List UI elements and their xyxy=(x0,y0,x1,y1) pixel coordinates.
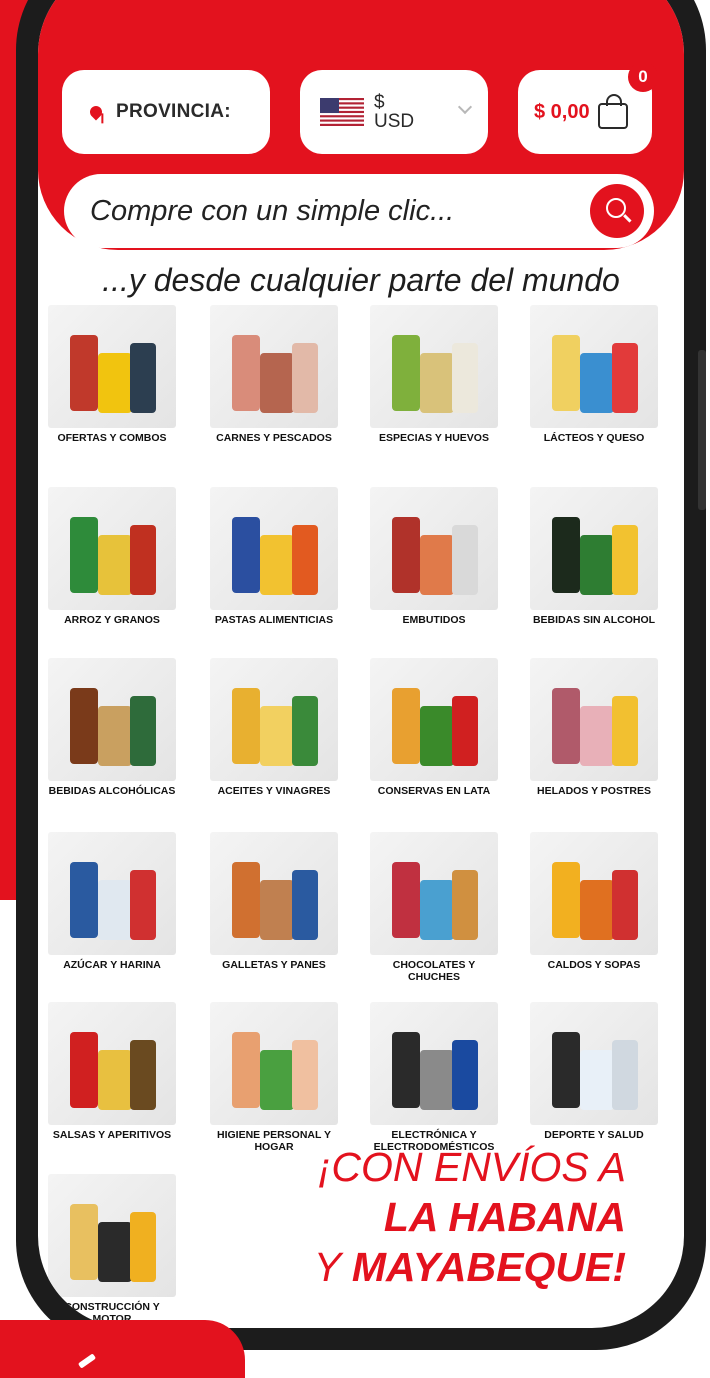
category-card[interactable]: AZÚCAR Y HARINA xyxy=(48,832,176,971)
chevron-down-icon xyxy=(457,99,473,115)
category-card[interactable]: ARROZ Y GRANOS xyxy=(48,487,176,626)
category-label: BEBIDAS ALCOHÓLICAS xyxy=(48,785,176,797)
tagline: ...y desde cualquier parte del mundo xyxy=(102,262,620,298)
currency-code: USD xyxy=(374,111,415,132)
category-label: CHOCOLATES Y CHUCHES xyxy=(392,959,476,983)
category-label: CALDOS Y SOPAS xyxy=(547,959,641,971)
category-card[interactable]: CONSERVAS EN LATA xyxy=(370,658,498,797)
phone-side-button xyxy=(698,350,706,510)
oil-vinegar-image xyxy=(210,658,338,781)
category-label: BEBIDAS SIN ALCOHOL xyxy=(532,614,656,626)
category-card[interactable]: BEBIDAS SIN ALCOHOL xyxy=(530,487,658,626)
category-card[interactable]: ELECTRÓNICA Y ELECTRODOMÉSTICOS xyxy=(370,1002,498,1153)
category-label: EMBUTIDOS xyxy=(402,614,466,626)
sport-health-image xyxy=(530,1002,658,1125)
chocolates-sweets-image xyxy=(370,832,498,955)
category-card[interactable]: CONSTRUCCIÓN Y MOTOR xyxy=(48,1174,176,1325)
category-label: CONSERVAS EN LATA xyxy=(377,785,491,797)
phone-frame: PROVINCIA: $ USD $ 0,00 0 Compre con un … xyxy=(16,0,706,1350)
category-card[interactable]: SALSAS Y APERITIVOS xyxy=(48,1002,176,1141)
promo-line-3: MAYABEQUE! xyxy=(351,1244,626,1290)
category-card[interactable]: OFERTAS Y COMBOS xyxy=(48,305,176,444)
category-label: HELADOS Y POSTRES xyxy=(537,785,651,797)
canned-goods-image xyxy=(370,658,498,781)
search-bar[interactable]: Compre con un simple clic... xyxy=(64,174,654,248)
province-label: PROVINCIA: xyxy=(116,101,231,122)
category-card[interactable]: BEBIDAS ALCOHÓLICAS xyxy=(48,658,176,797)
cart-button[interactable]: $ 0,00 0 xyxy=(518,62,658,154)
category-label: OFERTAS Y COMBOS xyxy=(57,432,167,444)
electronics-appliances-image xyxy=(370,1002,498,1125)
ice-cream-desserts-image xyxy=(530,658,658,781)
category-label: ACEITES Y VINAGRES xyxy=(217,785,331,797)
alcohol-image xyxy=(48,658,176,781)
cart-amount: $ 0,00 xyxy=(534,100,590,123)
category-card[interactable]: ACEITES Y VINAGRES xyxy=(210,658,338,797)
bottom-red-tab xyxy=(0,1320,245,1378)
cold-cuts-image xyxy=(370,487,498,610)
sugar-flour-image xyxy=(48,832,176,955)
category-card[interactable]: PASTAS ALIMENTICIAS xyxy=(210,487,338,626)
category-label: DEPORTE Y SALUD xyxy=(544,1129,644,1141)
promo-line-2: LA HABANA xyxy=(383,1194,626,1240)
category-card[interactable]: EMBUTIDOS xyxy=(370,487,498,626)
currency-selector[interactable]: $ USD xyxy=(300,70,488,154)
soft-drinks-image xyxy=(530,487,658,610)
category-card[interactable]: ESPECIAS Y HUEVOS xyxy=(370,305,498,444)
category-card[interactable]: HELADOS Y POSTRES xyxy=(530,658,658,797)
hygiene-home-image xyxy=(210,1002,338,1125)
shopping-bag-icon xyxy=(597,94,628,129)
offers-combos-image xyxy=(48,305,176,428)
promo-banner: ¡CON ENVÍOS A LA HABANA Y MAYABEQUE! xyxy=(314,1142,626,1292)
category-card[interactable]: LÁCTEOS Y QUESO xyxy=(530,305,658,444)
app-header: PROVINCIA: $ USD $ 0,00 0 Compre con un … xyxy=(38,0,684,250)
dairy-cheese-image xyxy=(530,305,658,428)
promo-line-1: ¡CON ENVÍOS A xyxy=(317,1144,626,1190)
category-label: LÁCTEOS Y QUESO xyxy=(543,432,645,444)
us-flag-icon xyxy=(320,98,364,126)
category-card[interactable]: DEPORTE Y SALUD xyxy=(530,1002,658,1141)
category-label: ESPECIAS Y HUEVOS xyxy=(379,432,489,444)
category-label: CARNES Y PESCADOS xyxy=(216,432,332,444)
category-card[interactable]: CHOCOLATES Y CHUCHES xyxy=(370,832,498,983)
cookies-bread-image xyxy=(210,832,338,955)
promo-stage: PROVINCIA: $ USD $ 0,00 0 Compre con un … xyxy=(0,0,710,1378)
category-label: AZÚCAR Y HARINA xyxy=(63,959,161,971)
phone-screen: PROVINCIA: $ USD $ 0,00 0 Compre con un … xyxy=(38,0,684,1328)
cart-count-badge: 0 xyxy=(628,62,658,92)
broth-soups-image xyxy=(530,832,658,955)
category-card[interactable]: HIGIENE PERSONAL Y HOGAR xyxy=(210,1002,338,1153)
currency-symbol: $ xyxy=(374,92,385,113)
construction-motor-image xyxy=(48,1174,176,1297)
province-selector[interactable]: PROVINCIA: xyxy=(62,70,270,154)
category-label: SALSAS Y APERITIVOS xyxy=(52,1129,172,1141)
category-label: ARROZ Y GRANOS xyxy=(64,614,160,626)
category-label: PASTAS ALIMENTICIAS xyxy=(214,614,334,626)
promo-line-3-prefix: Y xyxy=(313,1244,352,1290)
search-input[interactable]: Compre con un simple clic... xyxy=(90,195,454,228)
category-card[interactable]: GALLETAS Y PANES xyxy=(210,832,338,971)
meat-fish-image xyxy=(210,305,338,428)
category-card[interactable]: CARNES Y PESCADOS xyxy=(210,305,338,444)
category-label: GALLETAS Y PANES xyxy=(222,959,326,971)
accent-mark-icon xyxy=(77,1353,97,1369)
search-button[interactable] xyxy=(590,184,644,238)
spices-eggs-image xyxy=(370,305,498,428)
sauces-snacks-image xyxy=(48,1002,176,1125)
pasta-image xyxy=(210,487,338,610)
rice-grains-image xyxy=(48,487,176,610)
category-card[interactable]: CALDOS Y SOPAS xyxy=(530,832,658,971)
location-pin-icon xyxy=(87,103,105,121)
